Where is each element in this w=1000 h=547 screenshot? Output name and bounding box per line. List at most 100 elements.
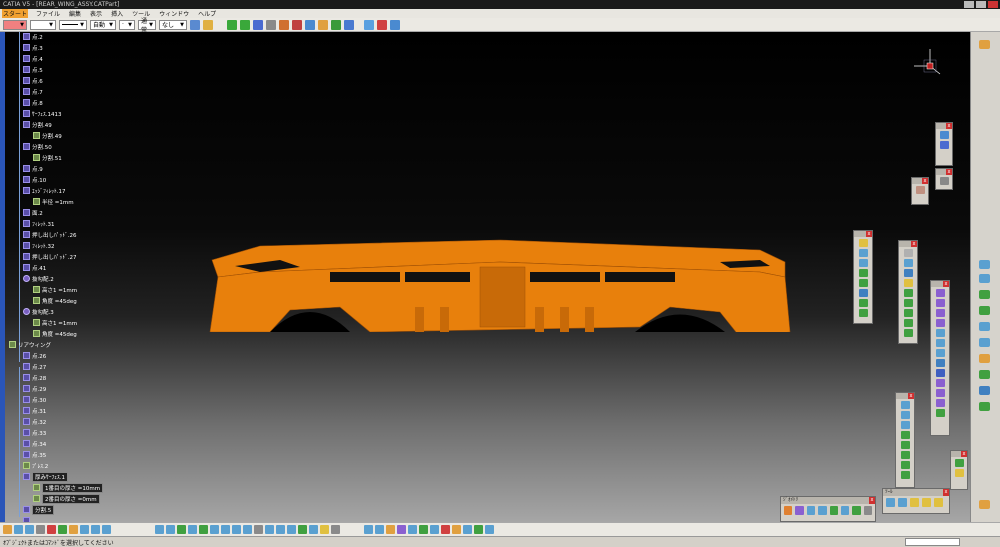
new-icon[interactable]	[3, 525, 12, 534]
rotate-op-icon[interactable]	[900, 411, 910, 419]
rotate-icon[interactable]	[188, 525, 197, 534]
fill-icon[interactable]	[903, 279, 913, 287]
tree-node[interactable]: 点.27	[23, 362, 46, 371]
snap-icon[interactable]	[298, 525, 307, 534]
tree-node[interactable]: 点.9	[23, 164, 43, 173]
tree-node[interactable]: ｻｰﾌｪｽ.1413	[23, 109, 62, 118]
rib-icon[interactable]	[935, 339, 945, 347]
snap-icon[interactable]	[279, 19, 289, 30]
close-icon[interactable]: x	[911, 241, 917, 247]
measure-icon[interactable]	[266, 19, 276, 30]
menu-item[interactable]: 編集	[68, 9, 82, 18]
tree-node[interactable]: 角度 =45deg	[33, 296, 77, 305]
point-icon[interactable]	[858, 249, 868, 257]
body-icon[interactable]	[474, 525, 483, 534]
tree-node[interactable]: 点.4	[23, 54, 43, 63]
paste-icon[interactable]	[69, 525, 78, 534]
fit-all-icon[interactable]	[166, 525, 175, 534]
layer-filter-select[interactable]: なし ▼	[159, 19, 187, 30]
rotate-icon[interactable]	[305, 19, 315, 30]
rotate-tool-icon[interactable]	[979, 338, 990, 347]
tree-node[interactable]: 高さ1 =1mm	[33, 285, 77, 294]
swap-icon[interactable]	[276, 525, 285, 534]
tree-node[interactable]: 点.3	[23, 43, 43, 52]
close-icon[interactable]: x	[869, 497, 875, 504]
properties-icon[interactable]	[190, 19, 200, 30]
close-icon[interactable]: x	[961, 451, 967, 457]
color-tool-icon[interactable]	[292, 19, 302, 30]
view-icon[interactable]	[364, 19, 374, 30]
pocket-icon[interactable]	[935, 299, 945, 307]
analysis-icon[interactable]	[331, 19, 341, 30]
swap-icon[interactable]	[922, 498, 931, 507]
tree-node[interactable]: 押し出しﾊﾟｯﾄﾞ.26	[23, 230, 77, 239]
view-icon[interactable]	[485, 525, 494, 534]
tree-node[interactable]: 点.8	[23, 98, 43, 107]
tree-node[interactable]: ﾌｨﾚｯﾄ.31	[23, 219, 55, 228]
close-button[interactable]	[988, 1, 998, 8]
hide-show-icon[interactable]	[910, 498, 919, 507]
color-select[interactable]: ▼	[3, 19, 27, 30]
note-icon[interactable]	[954, 469, 964, 477]
join-icon[interactable]	[903, 309, 913, 317]
fly-icon[interactable]	[155, 525, 164, 534]
close-icon[interactable]: x	[943, 489, 949, 496]
loft-icon[interactable]	[903, 289, 913, 297]
tree-node[interactable]: 分割.5	[23, 504, 55, 515]
command-input[interactable]	[905, 538, 960, 546]
connect-icon[interactable]	[852, 506, 861, 515]
select-icon[interactable]	[939, 177, 949, 185]
workbench-icon[interactable]	[979, 40, 990, 49]
tree-node[interactable]: 点.26	[23, 351, 46, 360]
tree-node[interactable]: ﾌｨﾚｯﾄ.32	[23, 241, 55, 250]
grid-icon[interactable]	[939, 141, 949, 149]
pattern-icon[interactable]	[900, 441, 910, 449]
linetype-select[interactable]: ▼	[59, 19, 87, 30]
surface-tool-icon[interactable]	[979, 290, 990, 299]
plane-tool-icon[interactable]	[979, 274, 990, 283]
print-icon[interactable]	[36, 525, 45, 534]
sweep-icon[interactable]	[903, 269, 913, 277]
sketch-icon[interactable]	[858, 239, 868, 247]
update-icon[interactable]	[886, 498, 895, 507]
corner-icon[interactable]	[863, 506, 872, 515]
compass-icon[interactable]	[419, 525, 428, 534]
light-icon[interactable]	[390, 19, 400, 30]
line-icon[interactable]	[858, 259, 868, 267]
grid-icon[interactable]	[287, 525, 296, 534]
inertia-icon[interactable]	[397, 525, 406, 534]
offset-icon[interactable]	[829, 506, 838, 515]
tree-node[interactable]: 点.10	[23, 175, 46, 184]
surface-icon[interactable]	[463, 525, 472, 534]
tree-node[interactable]: 点.41	[23, 263, 46, 272]
sphere-icon[interactable]	[979, 386, 990, 395]
normal-view-icon[interactable]	[221, 525, 230, 534]
tree-node[interactable]: 半径 =1mm	[33, 197, 74, 206]
menu-item[interactable]: 挿入	[110, 9, 124, 18]
tree-node[interactable]: 分割.50	[23, 142, 52, 151]
close-icon[interactable]: x	[908, 393, 914, 399]
blend-icon[interactable]	[903, 299, 913, 307]
pan-icon[interactable]	[227, 19, 237, 30]
shading-icon[interactable]	[254, 525, 263, 534]
formula-icon[interactable]	[320, 525, 329, 534]
thickness-icon[interactable]	[935, 399, 945, 407]
tree-node[interactable]: 抜勾配.3	[23, 307, 54, 316]
redo-icon[interactable]	[91, 525, 100, 534]
transparency-select[interactable]: ▼	[30, 19, 56, 30]
stop-icon[interactable]	[441, 525, 450, 534]
extract-icon[interactable]	[979, 306, 990, 315]
tree-node[interactable]: 点.31	[23, 406, 46, 415]
fill-tool-icon[interactable]	[979, 402, 990, 411]
tree-node[interactable]: ﾌﾟﾚｽ.2	[23, 461, 48, 470]
chamfer-icon[interactable]	[935, 369, 945, 377]
painter-icon[interactable]	[203, 19, 213, 30]
tree-node[interactable]: 点.7	[23, 87, 43, 96]
menu-item[interactable]: スタート	[2, 9, 29, 18]
boolean-icon[interactable]	[858, 309, 868, 317]
weight-select[interactable]: 自動 ▼	[90, 19, 116, 30]
sketch-icon[interactable]	[408, 525, 417, 534]
tree-node[interactable]: 点.6	[23, 76, 43, 85]
groove-icon[interactable]	[935, 319, 945, 327]
menu-item[interactable]: ファイル	[35, 9, 61, 18]
